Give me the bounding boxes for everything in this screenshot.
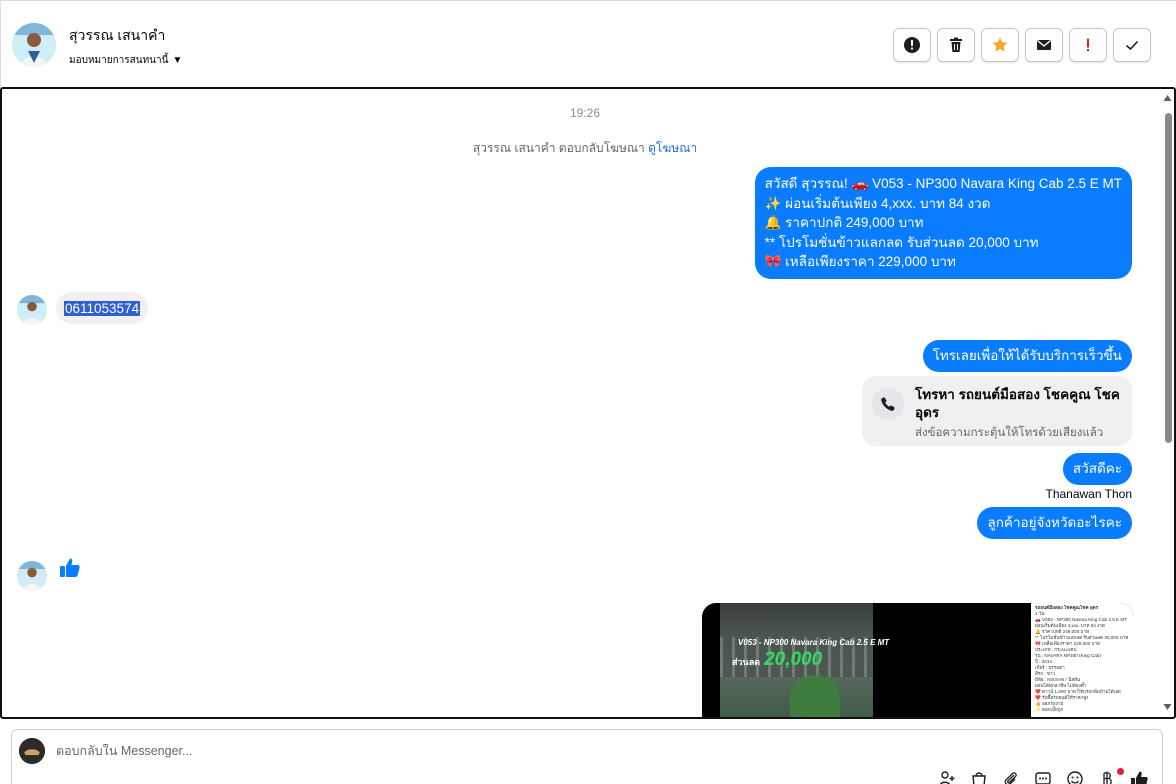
reply-input[interactable] — [56, 744, 656, 758]
sender-name: Thanawan Thon — [1045, 487, 1132, 501]
avatar-image — [17, 561, 47, 591]
conversation-toolbar — [893, 28, 1151, 62]
call-request-card[interactable]: โทรหา รถยนต์มือสอง โชคคูณ โชค อุดร ส่งข้… — [862, 376, 1132, 446]
assign-label: มอบหมายการสนทนานี้ — [69, 55, 169, 66]
incoming-phone-message[interactable]: 0611053574 — [56, 292, 149, 324]
paperclip-icon[interactable] — [1002, 770, 1020, 784]
promo-line: สวัสดี สุวรรณ! 🚗 V053 - NP300 Navara Kin… — [764, 176, 1122, 191]
ad-post-preview: รถยนต์มือสอง โชคคูณโชค อุดร 1 วัน · 🚗 V0… — [1031, 603, 1134, 717]
page-logo-icon — [19, 738, 45, 764]
emoji-icon[interactable] — [1066, 770, 1084, 784]
phone-number[interactable]: 0611053574 — [64, 300, 141, 316]
promo-line: 🎀 เหลือเพียงราคา 229,000 บาท — [764, 254, 956, 269]
follow-up-button[interactable] — [1069, 28, 1107, 62]
outgoing-question[interactable]: ลูกค้าอยู่จังหวัดอะไรคะ — [977, 507, 1132, 539]
contact-name[interactable]: สุวรรณ เสนาคำ — [69, 25, 165, 47]
alert-icon — [1087, 38, 1089, 52]
add-person-icon[interactable] — [938, 770, 956, 784]
phone-icon — [881, 397, 895, 411]
mark-unread-button[interactable] — [1025, 28, 1063, 62]
thumbnail-promo-value: 20,000 — [764, 649, 823, 670]
thumbnail-promo-label: ส่วนลด — [732, 657, 761, 667]
payment-baht-icon[interactable] — [1098, 770, 1116, 784]
page-avatar — [19, 738, 45, 764]
star-icon — [992, 37, 1008, 52]
message-thread[interactable]: 19:26 สุวรรณ เสนาคำ ตอบกลับโฆษณา ดูโฆษณา… — [0, 87, 1176, 719]
exclamation-circle-icon — [904, 37, 920, 53]
ad-reply-notice: สุวรรณ เสนาคำ ตอบกลับโฆษณา ดูโฆษณา — [2, 139, 1168, 158]
mark-done-button[interactable] — [1113, 28, 1151, 62]
reply-composer — [11, 729, 1163, 784]
scroll-up-arrow-icon[interactable] — [1163, 94, 1172, 102]
outgoing-greeting[interactable]: สวัสดีคะ — [1062, 453, 1132, 485]
incoming-avatar[interactable] — [17, 561, 47, 591]
call-card-title: โทรหา รถยนต์มือสอง โชคคูณ โชค อุดร — [915, 387, 1120, 420]
promo-line: ** โปรโมชั่นข้าวแลกลด รับส่วนลด 20,000 บ… — [764, 234, 1039, 250]
thumbs-up-send-icon[interactable] — [1130, 770, 1148, 784]
thumbnail-promo: ส่วนลด 20,000 — [732, 649, 822, 671]
outgoing-promo-message[interactable]: สวัสดี สุวรรณ! 🚗 V053 - NP300 Navara Kin… — [754, 167, 1132, 279]
inbox-conversation: สุวรรณ เสนาคำ มอบหมายการสนทนานี้ ▼ 19:26… — [0, 0, 1176, 784]
mark-spam-button[interactable] — [893, 28, 931, 62]
call-icon-wrapper — [872, 388, 904, 420]
saved-replies-icon[interactable] — [1034, 770, 1052, 784]
star-button[interactable] — [981, 28, 1019, 62]
message-timestamp: 19:26 — [569, 106, 601, 120]
scroll-down-arrow-icon[interactable] — [1163, 703, 1172, 711]
post-line: ✨ ดอกเบี้ยถูก — [1035, 707, 1064, 712]
promo-line: 🔔 ราคาปกติ 249,000 บาท — [764, 215, 924, 230]
thumbnail-title: V053 - NP300 Navara King Cab 2.5 E MT — [738, 638, 890, 647]
shared-ad-media[interactable]: V053 - NP300 Navara King Cab 2.5 E MT ส่… — [702, 603, 1134, 717]
incoming-avatar[interactable] — [17, 295, 47, 325]
promo-line: ✨ ผ่อนเริ่มต้นเพียง 4,xxx. บาท 84 งวด — [764, 195, 991, 211]
ad-reply-text: สุวรรณ เสนาคำ ตอบกลับโฆษณา — [472, 141, 645, 155]
ad-video-thumbnail[interactable]: V053 - NP300 Navara King Cab 2.5 E MT ส่… — [720, 603, 889, 717]
thumbs-up-icon[interactable] — [58, 556, 82, 580]
assign-conversation-dropdown[interactable]: มอบหมายการสนทนานี้ ▼ — [69, 53, 182, 68]
conversation-header: สุวรรณ เสนาคำ มอบหมายการสนทนานี้ ▼ — [0, 0, 1176, 88]
shopping-bag-icon[interactable] — [970, 770, 988, 784]
thumbnail-tree — [790, 675, 840, 717]
call-card-subtitle: ส่งข้อความกระตุ้นให้โทรด้วยเสียงแล้ว — [915, 427, 1104, 439]
avatar-image — [12, 23, 56, 67]
envelope-icon — [1037, 39, 1051, 50]
contact-avatar[interactable] — [12, 23, 56, 67]
view-ad-link[interactable]: ดูโฆษณา — [648, 141, 697, 155]
avatar-image — [17, 295, 47, 325]
check-icon — [1125, 40, 1139, 51]
delete-button[interactable] — [937, 28, 975, 62]
outgoing-call-prompt[interactable]: โทรเลยเพื่อให้ได้รับบริการเร็วขึ้น — [922, 340, 1132, 372]
notification-dot — [1117, 768, 1124, 775]
caret-down-icon: ▼ — [172, 55, 183, 66]
trash-icon — [950, 37, 962, 52]
scrollbar-thumb[interactable] — [1165, 113, 1172, 443]
